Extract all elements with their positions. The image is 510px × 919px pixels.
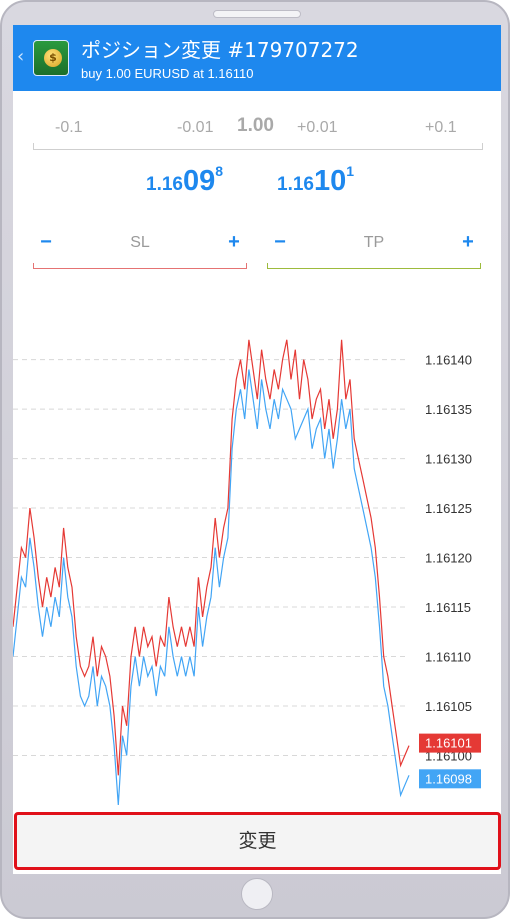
bid-price-pips: 09 — [182, 165, 216, 197]
sl-label: SL — [130, 234, 150, 251]
y-tick-label: 1.16130 — [425, 452, 472, 467]
ask-price-fraction: 1 — [346, 163, 355, 179]
y-tick-label: 1.16120 — [425, 551, 472, 566]
volume-divider-tick — [482, 143, 483, 149]
volume-value: 1.00 — [237, 115, 274, 136]
position-subtitle: buy 1.00 EURUSD at 1.16110 — [81, 66, 254, 81]
take-profit-field[interactable]: − TP + — [267, 225, 481, 269]
y-tick-label: 1.16140 — [425, 353, 472, 368]
volume-divider-tick — [33, 143, 34, 149]
volume-plus-small-button[interactable]: +0.01 — [297, 119, 337, 137]
coin-icon: $ — [44, 49, 62, 67]
bid-price-fraction: 8 — [215, 163, 224, 179]
volume-stepper: -0.1 -0.01 1.00 +0.01 +0.1 — [33, 113, 483, 149]
tp-plus-button[interactable]: + — [458, 231, 478, 254]
home-button[interactable] — [241, 878, 273, 910]
modify-button-label: 変更 — [238, 830, 277, 852]
page-title: ポジション変更 #179707272 — [81, 38, 359, 62]
stop-loss-field[interactable]: − SL + — [33, 225, 247, 269]
tp-label: TP — [363, 234, 385, 251]
modify-button[interactable]: 変更 — [14, 812, 501, 870]
y-tick-label: 1.16125 — [425, 501, 472, 516]
sl-underline — [33, 263, 247, 269]
ask-price: 1.16101 — [277, 163, 355, 198]
y-tick-label: 1.16135 — [425, 402, 472, 417]
screen: ‹ $ ポジション変更 #179707272 buy 1.00 EURUSD a… — [13, 25, 501, 874]
volume-plus-large-button[interactable]: +0.1 — [425, 119, 457, 137]
bid-price-prefix: 1.16 — [146, 174, 183, 195]
sl-plus-button[interactable]: + — [224, 231, 244, 254]
ask-price-prefix: 1.16 — [277, 174, 314, 195]
tp-underline — [267, 263, 481, 269]
volume-divider — [33, 149, 483, 150]
device-frame: ‹ $ ポジション変更 #179707272 buy 1.00 EURUSD a… — [0, 0, 510, 919]
y-tick-label: 1.16110 — [425, 650, 471, 665]
speaker-grille — [213, 10, 301, 18]
bid-price: 1.16098 — [146, 163, 224, 198]
volume-minus-large-button[interactable]: -0.1 — [55, 119, 83, 137]
y-tick-label: 1.16105 — [425, 699, 472, 714]
price-chart[interactable]: 1.16140 1.16135 1.16130 1.16125 1.16120 1.161… — [13, 315, 501, 815]
y-tick-label: 1.16115 — [425, 600, 471, 615]
ask-price-pips: 10 — [313, 165, 347, 197]
volume-minus-small-button[interactable]: -0.01 — [177, 119, 213, 137]
metatrader-icon[interactable]: $ — [33, 40, 69, 76]
current-price-label: 1.16098 — [425, 771, 472, 786]
current-price-label: 1.16101 — [425, 736, 472, 751]
title-bar: ‹ $ ポジション変更 #179707272 buy 1.00 EURUSD a… — [13, 25, 501, 91]
chevron-left-icon[interactable]: ‹ — [17, 47, 31, 67]
